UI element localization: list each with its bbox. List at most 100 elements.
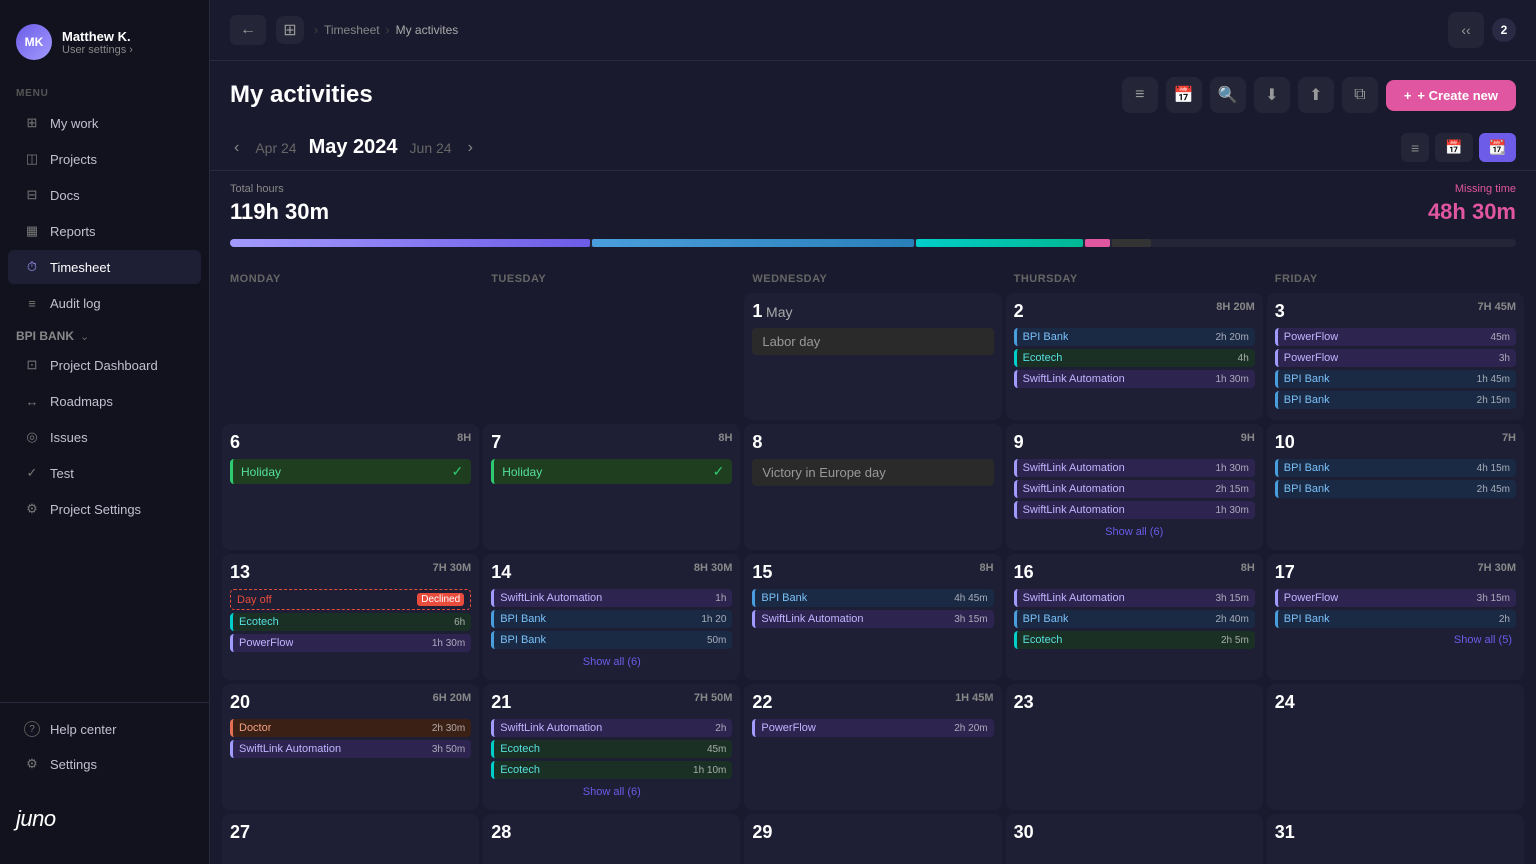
calendar-day-28[interactable]: 28 [483,814,740,864]
calendar-event[interactable]: SwiftLink Automation 1h 30m [1014,370,1255,388]
calendar-day-24[interactable]: 24 [1267,684,1524,810]
sidebar-item-audit-log[interactable]: ≡ Audit log [8,286,201,320]
calendar-week-2: 6 8H Holiday ✓ 7 8H Holiday ✓ [222,424,1524,550]
breadcrumb-separator: › [314,23,318,37]
calendar-day-8[interactable]: 8 Victory in Europe day [744,424,1001,550]
calendar-day-30[interactable]: 30 [1006,814,1263,864]
calendar-event[interactable]: Ecotech 2h 5m [1014,631,1255,649]
calendar-day-31[interactable]: 31 [1267,814,1524,864]
bpi-section[interactable]: BPI BANK ⌄ [0,321,209,347]
calendar-event[interactable]: BPI Bank 2h [1275,610,1516,628]
calendar-event[interactable]: Ecotech 45m [491,740,732,758]
calendar-day-23[interactable]: 23 [1006,684,1263,810]
list-view-toggle[interactable]: ≡ [1401,133,1429,162]
show-all-button[interactable]: Show all (6) [1014,522,1255,542]
notification-count-badge: 2 [1492,18,1516,42]
sidebar-item-timesheet[interactable]: ⏱ Timesheet [8,250,201,284]
sidebar-item-roadmaps[interactable]: ↔ Roadmaps [8,384,201,418]
calendar-controls: ‹ Apr 24 May 2024 Jun 24 › ≡ 📅 📆 [210,125,1536,171]
list-view-button[interactable]: ≡ [1122,77,1158,113]
calendar-event[interactable]: BPI Bank 4h 45m [752,589,993,607]
calendar-day-22[interactable]: 22 1H 45M PowerFlow 2h 20m [744,684,1001,810]
calendar-event[interactable]: Ecotech 4h [1014,349,1255,367]
calendar-event[interactable]: SwiftLink Automation 3h 50m [230,740,471,758]
calendar-event[interactable]: SwiftLink Automation 3h 15m [1014,589,1255,607]
calendar-day-17[interactable]: 17 7H 30M PowerFlow 3h 15m BPI Bank 2h S… [1267,554,1524,680]
calendar-event[interactable]: SwiftLink Automation 2h [491,719,732,737]
calendar-event[interactable]: BPI Bank 2h 40m [1014,610,1255,628]
calendar-event[interactable]: SwiftLink Automation 1h 30m [1014,459,1255,477]
calendar-day-27[interactable]: 27 [222,814,479,864]
grid-view-button[interactable]: ⊞ [276,16,304,44]
calendar-event[interactable]: PowerFlow 3h 15m [1275,589,1516,607]
day-number: 6 [230,432,240,453]
download-button[interactable]: ⬇ [1254,77,1290,113]
prev-month-button[interactable]: ‹ [230,135,243,161]
filter-button[interactable]: ⧉ [1342,77,1378,113]
back-button[interactable]: ← [230,15,266,45]
create-new-button[interactable]: + + Create new [1386,80,1516,111]
calendar-event[interactable]: Ecotech 1h 10m [491,761,732,779]
weekday-headers: MONDAY TUESDAY WEDNESDAY THURSDAY FRIDAY [222,261,1524,293]
calendar-event[interactable]: PowerFlow 2h 20m [752,719,993,737]
calendar-event[interactable]: Doctor 2h 30m [230,719,471,737]
calendar-day-9[interactable]: 9 9H SwiftLink Automation 1h 30m SwiftLi… [1006,424,1263,550]
calendar-day-7[interactable]: 7 8H Holiday ✓ [483,424,740,550]
breadcrumb-timesheet[interactable]: Timesheet [324,23,380,37]
calendar-day-20[interactable]: 20 6H 20M Doctor 2h 30m SwiftLink Automa… [222,684,479,810]
user-info: Matthew K. User settings › [62,29,133,56]
calendar-day-13[interactable]: 13 7H 30M Day off Declined Ecotech 6h Po… [222,554,479,680]
sidebar-item-projects[interactable]: ◫ Projects [8,142,201,176]
upload-button[interactable]: ⬆ [1298,77,1334,113]
sidebar-item-help[interactable]: ? Help center [8,712,201,746]
calendar-day-29[interactable]: 29 [744,814,1001,864]
calendar-view-button[interactable]: 📅 [1166,77,1202,113]
sidebar-item-my-work[interactable]: ⊞ My work [8,106,201,140]
month-view-toggle[interactable]: 📅 [1435,133,1472,162]
calendar-event[interactable]: PowerFlow 3h [1275,349,1516,367]
calendar-day-16[interactable]: 16 8H SwiftLink Automation 3h 15m BPI Ba… [1006,554,1263,680]
prev-month-label[interactable]: Apr 24 [255,140,296,156]
calendar-event[interactable]: SwiftLink Automation 3h 15m [752,610,993,628]
show-all-button[interactable]: Show all (6) [491,782,732,802]
calendar-day-15[interactable]: 15 8H BPI Bank 4h 45m SwiftLink Automati… [744,554,1001,680]
calendar-event[interactable]: Ecotech 6h [230,613,471,631]
calendar-event[interactable]: PowerFlow 45m [1275,328,1516,346]
calendar-event[interactable]: SwiftLink Automation 1h [491,589,732,607]
calendar-event[interactable]: BPI Bank 4h 15m [1275,459,1516,477]
week-view-toggle[interactable]: 📆 [1479,133,1516,162]
collapse-button[interactable]: ‹‹ [1448,12,1484,48]
calendar-event[interactable]: PowerFlow 1h 30m [230,634,471,652]
show-all-button[interactable]: Show all (6) [491,652,732,672]
next-month-label[interactable]: Jun 24 [410,140,452,156]
next-month-button[interactable]: › [464,135,477,161]
calendar-event[interactable]: SwiftLink Automation 2h 15m [1014,480,1255,498]
sidebar-item-project-settings[interactable]: ⚙ Project Settings [8,492,201,526]
day-hours: 6H 20M [433,692,472,704]
calendar-day-6[interactable]: 6 8H Holiday ✓ [222,424,479,550]
calendar-day-14[interactable]: 14 8H 30M SwiftLink Automation 1h BPI Ba… [483,554,740,680]
calendar-day-1[interactable]: 1 May Labor day [744,293,1001,420]
calendar-event[interactable]: BPI Bank 2h 20m [1014,328,1255,346]
calendar-event[interactable]: BPI Bank 2h 45m [1275,480,1516,498]
calendar-day-3[interactable]: 3 7H 45M PowerFlow 45m PowerFlow 3h BPI … [1267,293,1524,420]
doc-icon: ⊟ [24,187,40,203]
search-button[interactable]: 🔍 [1210,77,1246,113]
sidebar-item-docs[interactable]: ⊟ Docs [8,178,201,212]
calendar-day-21[interactable]: 21 7H 50M SwiftLink Automation 2h Ecotec… [483,684,740,810]
calendar-event[interactable]: BPI Bank 1h 20 [491,610,732,628]
calendar-day-10[interactable]: 10 7H BPI Bank 4h 15m BPI Bank 2h 45m [1267,424,1524,550]
calendar-event[interactable]: BPI Bank 1h 45m [1275,370,1516,388]
user-profile[interactable]: MK Matthew K. User settings › [0,16,209,76]
calendar-event[interactable]: BPI Bank 50m [491,631,732,649]
sidebar-item-project-dashboard[interactable]: ⊡ Project Dashboard [8,348,201,382]
user-settings-link[interactable]: User settings › [62,44,133,56]
sidebar-item-settings[interactable]: ⚙ Settings [8,747,201,781]
calendar-day-2[interactable]: 2 8H 20M BPI Bank 2h 20m Ecotech 4h Swif… [1006,293,1263,420]
show-all-button[interactable]: Show all (5) [1450,630,1516,650]
sidebar-item-test[interactable]: ✓ Test [8,456,201,490]
calendar-event[interactable]: BPI Bank 2h 15m [1275,391,1516,409]
sidebar-item-reports[interactable]: ▦ Reports [8,214,201,248]
sidebar-item-issues[interactable]: ◎ Issues [8,420,201,454]
calendar-event[interactable]: SwiftLink Automation 1h 30m [1014,501,1255,519]
